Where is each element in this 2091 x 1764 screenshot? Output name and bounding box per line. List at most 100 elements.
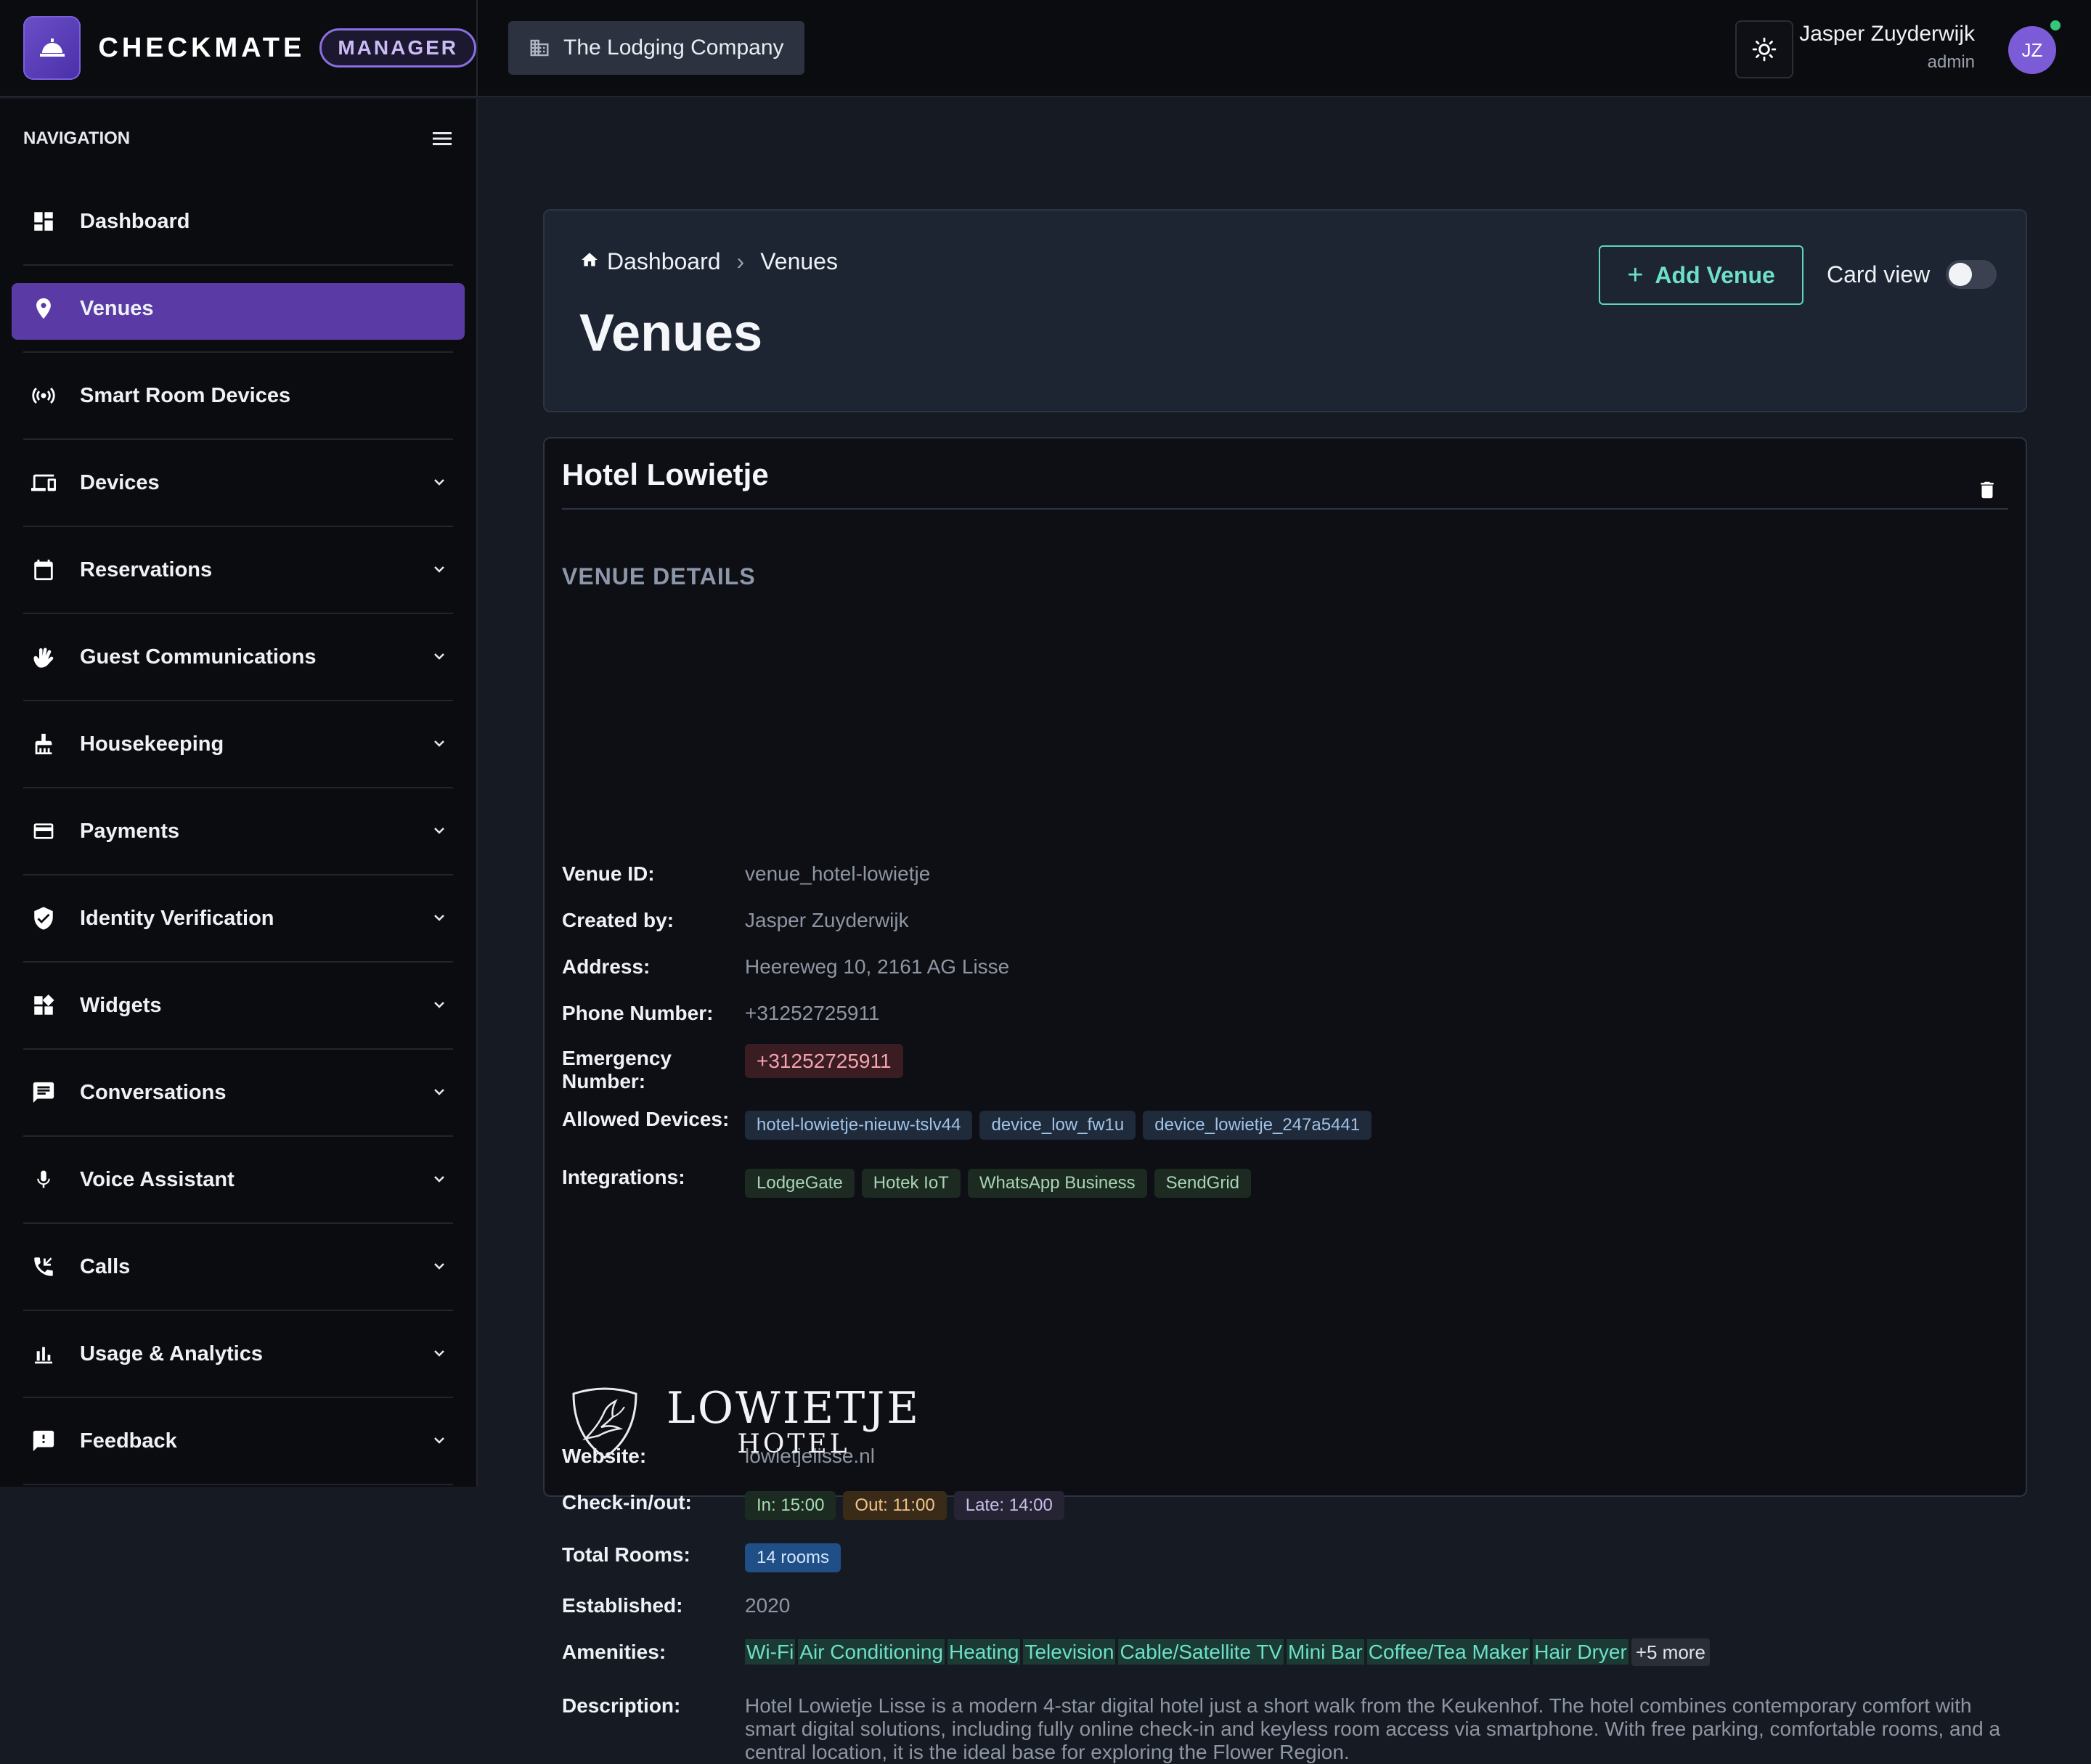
chevron-down-icon bbox=[434, 653, 444, 660]
emergency-row: Emergency Number: +31252725911 bbox=[562, 1044, 2007, 1093]
theme-toggle-button[interactable] bbox=[1735, 20, 1793, 78]
breadcrumb-current: Venues bbox=[760, 248, 838, 274]
devices-label: Allowed Devices: bbox=[562, 1108, 730, 1130]
more-amenities-button[interactable]: +5 more bbox=[1631, 1638, 1710, 1666]
checkin-row: Check-in/out: In: 15:00 Out: 11:00 Late: 1… bbox=[562, 1491, 2007, 1520]
device-chip: device_low_fw1u bbox=[979, 1111, 1136, 1140]
devices-row: Allowed Devices: hotel-lowietje-nieuw-ts… bbox=[562, 1108, 2007, 1140]
checkin-label: Check-in/out: bbox=[562, 1491, 692, 1514]
role-badge: MANAGER bbox=[319, 28, 476, 68]
verified-shield-icon bbox=[30, 905, 57, 931]
sidebar-item-housekeeping[interactable]: Housekeeping bbox=[23, 701, 453, 788]
rooms-label: Total Rooms: bbox=[562, 1543, 690, 1566]
breadcrumb: Dashboard › Venues bbox=[579, 248, 838, 275]
sidebar-item-voice-assistant[interactable]: Voice Assistant bbox=[23, 1137, 453, 1224]
amenity-tag: Mini Bar bbox=[1287, 1639, 1364, 1665]
integration-chip: WhatsApp Business bbox=[967, 1169, 1147, 1198]
building-icon bbox=[530, 39, 549, 57]
sidebar-item-identity-verification[interactable]: Identity Verification bbox=[23, 875, 453, 963]
sidebar-item-label: Usage & Analytics bbox=[80, 1342, 263, 1365]
chevron-down-icon bbox=[434, 1002, 444, 1008]
credit-card-icon bbox=[30, 818, 57, 844]
venue-card: Hotel Lowietje VENUE DETAILS Venue ID: v… bbox=[543, 437, 2027, 1763]
amenity-tag: Hair Dryer bbox=[1533, 1639, 1629, 1665]
integration-chip: SendGrid bbox=[1154, 1169, 1251, 1198]
sidebar-item-label: Feedback bbox=[80, 1429, 177, 1453]
established-value: 2020 bbox=[745, 1594, 791, 1617]
online-status-dot bbox=[2050, 20, 2061, 30]
service-bell-icon[interactable] bbox=[23, 16, 81, 80]
sidebar-item-venues[interactable]: Venues bbox=[12, 266, 465, 353]
sidebar-item-feedback[interactable]: Feedback bbox=[23, 1398, 453, 1485]
location-pin-icon bbox=[30, 295, 57, 322]
sidebar-item-label: Calls bbox=[80, 1254, 131, 1278]
chevron-down-icon bbox=[434, 915, 444, 921]
card-view-toggle[interactable] bbox=[1946, 260, 1997, 289]
rooms-badge: 14 rooms bbox=[745, 1543, 841, 1572]
sidebar-item-payments[interactable]: Payments bbox=[23, 788, 453, 875]
trash-icon[interactable] bbox=[1976, 478, 1998, 502]
device-chip: device_lowietje_247a5441 bbox=[1143, 1111, 1372, 1140]
plus-icon: + bbox=[1627, 259, 1644, 290]
sidebar-item-guest-communications[interactable]: Guest Communications bbox=[23, 614, 453, 701]
sidebar-item-dashboard[interactable]: Dashboard bbox=[23, 179, 453, 266]
device-chip: hotel-lowietje-nieuw-tslv44 bbox=[745, 1111, 973, 1140]
nav-title: NAVIGATION bbox=[23, 128, 131, 148]
section-title: VENUE DETAILS bbox=[562, 563, 756, 589]
venue-name: Hotel Lowietje bbox=[562, 438, 2008, 510]
sidebar-item-usage-analytics[interactable]: Usage & Analytics bbox=[23, 1311, 453, 1398]
integration-chip: Hotek IoT bbox=[861, 1169, 961, 1198]
sidebar-item-label: Guest Communications bbox=[80, 645, 317, 669]
chevron-down-icon bbox=[434, 479, 444, 486]
company-name: The Lodging Company bbox=[563, 36, 784, 60]
calendar-icon bbox=[30, 557, 57, 583]
emergency-label: Emergency Number: bbox=[562, 1047, 672, 1093]
menu-icon[interactable] bbox=[433, 131, 453, 147]
sidebar-item-conversations[interactable]: Conversations bbox=[23, 1050, 453, 1137]
venue-id-row: Venue ID: venue_hotel-lowietje bbox=[562, 862, 2007, 886]
sidebar-item-devices[interactable]: Devices bbox=[23, 440, 453, 527]
amenity-tag: Heating bbox=[947, 1639, 1021, 1665]
established-label: Established: bbox=[562, 1594, 683, 1617]
sidebar-item-label: Dashboard bbox=[80, 209, 190, 233]
venue-id-label: Venue ID: bbox=[562, 862, 655, 885]
phone-value: +31252725911 bbox=[745, 1002, 880, 1024]
nav-header: NAVIGATION bbox=[12, 99, 465, 179]
chat-icon bbox=[30, 1079, 57, 1106]
chevron-down-icon bbox=[434, 828, 444, 834]
sidebar-item-calls[interactable]: Calls bbox=[23, 1224, 453, 1311]
sun-icon bbox=[1752, 37, 1777, 62]
devices-icon bbox=[30, 470, 57, 496]
sidebar-item-widgets[interactable]: Widgets bbox=[23, 963, 453, 1050]
chevron-down-icon bbox=[434, 740, 444, 747]
amenities-row: Amenities: Wi-Fi Air Conditioning Heating T… bbox=[562, 1638, 2007, 1666]
rooms-row: Total Rooms: 14 rooms bbox=[562, 1543, 2007, 1572]
brand: CHECKMATE MANAGER bbox=[0, 0, 478, 97]
amenity-tag: Coffee/Tea Maker bbox=[1366, 1639, 1530, 1665]
company-selector[interactable]: The Lodging Company bbox=[508, 21, 804, 75]
sidebar-item-label: Conversations bbox=[80, 1080, 227, 1104]
address-row: Address: Heereweg 10, 2161 AG Lisse bbox=[562, 955, 2007, 979]
user-role: admin bbox=[1927, 52, 1975, 72]
add-venue-label: Add Venue bbox=[1655, 261, 1775, 288]
add-venue-button[interactable]: + Add Venue bbox=[1599, 245, 1803, 305]
chevron-down-icon bbox=[434, 566, 444, 573]
sidebar-item-reservations[interactable]: Reservations bbox=[23, 527, 453, 614]
breadcrumb-dashboard[interactable]: Dashboard bbox=[607, 248, 721, 275]
late-checkout-chip: Late: 14:00 bbox=[953, 1491, 1064, 1520]
broadcast-icon bbox=[30, 383, 57, 409]
sidebar-item-smart-room-devices[interactable]: Smart Room Devices bbox=[23, 353, 453, 440]
sidebar: NAVIGATION Dashboard Venues Smart Room D… bbox=[0, 99, 478, 1487]
chevron-down-icon bbox=[434, 1350, 444, 1357]
integration-chip: LodgeGate bbox=[745, 1169, 855, 1198]
user-name: Jasper Zuyderwijk bbox=[1799, 22, 1975, 46]
created-by-row: Created by: Jasper Zuyderwijk bbox=[562, 909, 2007, 932]
avatar[interactable]: JZ bbox=[2008, 26, 2056, 74]
address-label: Address: bbox=[562, 955, 651, 978]
established-row: Established: 2020 bbox=[562, 1594, 2007, 1617]
user-info[interactable]: Jasper Zuyderwijk admin bbox=[1799, 22, 1975, 73]
page-title: Venues bbox=[579, 304, 763, 362]
dashboard-icon bbox=[30, 208, 57, 234]
logo-main-text: LOWIETJE bbox=[667, 1383, 921, 1434]
created-by-label: Created by: bbox=[562, 909, 674, 931]
